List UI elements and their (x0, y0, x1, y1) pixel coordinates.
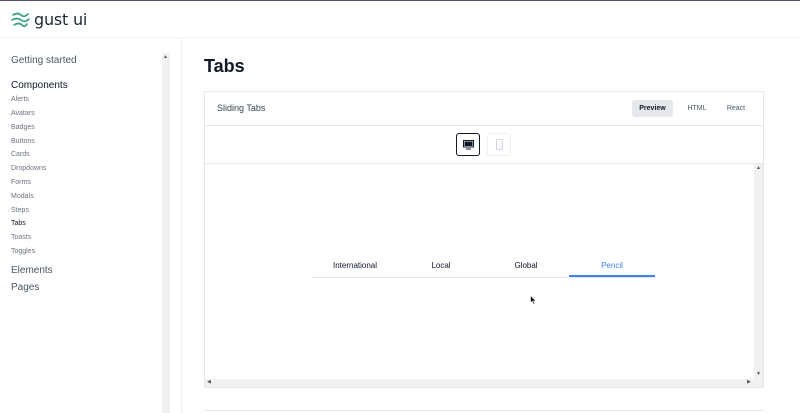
scroll-up-icon[interactable]: ▲ (163, 54, 168, 60)
demo-tab-pencil[interactable]: Pencil (569, 261, 655, 270)
scroll-left-icon[interactable]: ◀ (207, 379, 211, 385)
sidebar-components-heading[interactable]: Components (11, 80, 68, 91)
logo[interactable]: gust ui (11, 10, 87, 29)
wind-logo-icon (11, 12, 30, 27)
sidebar-divider (181, 39, 182, 413)
sidebar-item-cards[interactable]: Cards (11, 151, 30, 158)
demo-tab-global[interactable]: Global (483, 261, 569, 270)
sidebar-item-buttons[interactable]: Buttons (11, 138, 35, 145)
device-toggle-bar (205, 126, 763, 164)
sidebar-item-badges[interactable]: Badges (11, 124, 35, 131)
sidebar-getting-started[interactable]: Getting started (11, 55, 77, 66)
sidebar-item-modals[interactable]: Modals (11, 193, 34, 200)
tab-preview[interactable]: Preview (632, 100, 673, 117)
mouse-cursor-icon (530, 292, 537, 310)
preview-vertical-scrollbar[interactable]: ▲ ▼ (754, 164, 763, 387)
page-title: Tabs (204, 56, 245, 76)
tab-html[interactable]: HTML (681, 100, 713, 117)
demo-tab-international[interactable]: International (312, 261, 398, 270)
sidebar-pages-heading[interactable]: Pages (11, 282, 39, 293)
desktop-view-button[interactable] (456, 133, 480, 156)
tab-react[interactable]: React (721, 100, 751, 117)
example-card: Sliding Tabs Preview HTML React Internat… (204, 91, 764, 388)
scroll-up-icon[interactable]: ▲ (756, 165, 761, 171)
next-card-border (204, 410, 764, 411)
sidebar-item-tabs[interactable]: Tabs (11, 220, 26, 227)
active-tab-indicator (569, 275, 655, 277)
sidebar-item-toggles[interactable]: Toggles (11, 248, 35, 255)
sidebar-item-avatars[interactable]: Avatars (11, 110, 35, 117)
demo-tab-local[interactable]: Local (398, 261, 484, 270)
sidebar-item-steps[interactable]: Steps (11, 207, 29, 214)
sidebar: Getting started Components Alerts Avatar… (0, 39, 170, 413)
example-title: Sliding Tabs (217, 103, 266, 113)
sidebar-item-alerts[interactable]: Alerts (11, 96, 29, 103)
sidebar-item-dropdowns[interactable]: Dropdowns (11, 165, 46, 172)
sliding-tabs: International Local Global Pencil (312, 254, 655, 278)
logo-text: gust ui (34, 10, 88, 29)
mobile-icon (495, 139, 503, 150)
scroll-down-icon[interactable]: ▼ (756, 371, 761, 377)
sidebar-scrollbar[interactable]: ▲ (162, 53, 170, 413)
desktop-icon (462, 139, 474, 149)
top-bar: gust ui (0, 0, 800, 38)
mobile-view-button[interactable] (487, 133, 511, 156)
sidebar-item-toasts[interactable]: Toasts (11, 234, 31, 241)
example-card-header: Sliding Tabs Preview HTML React (205, 92, 763, 126)
preview-area: International Local Global Pencil ▲ ▼ ◀ … (205, 164, 763, 387)
sidebar-item-forms[interactable]: Forms (11, 179, 31, 186)
sidebar-elements-heading[interactable]: Elements (11, 265, 53, 276)
preview-horizontal-scrollbar[interactable]: ◀ ▶ (205, 379, 754, 387)
scroll-right-icon[interactable]: ▶ (747, 379, 751, 385)
